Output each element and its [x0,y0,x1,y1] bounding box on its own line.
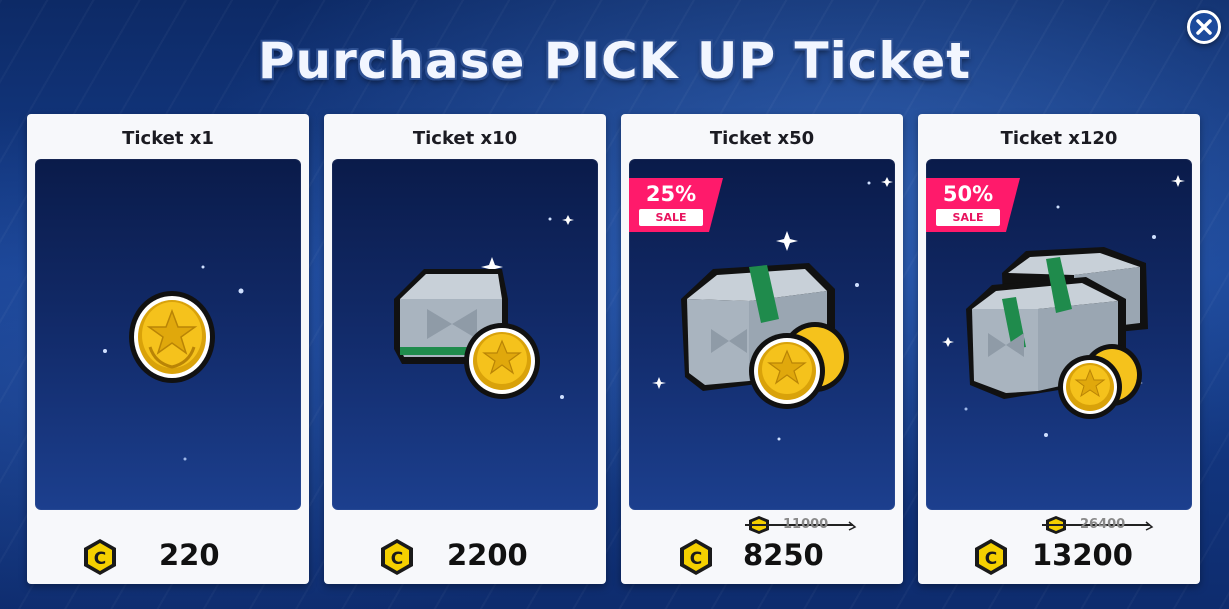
ticket-card-x10[interactable]: Ticket x10 C 2200 [324,114,606,584]
page-title: Purchase PICK UP Ticket [257,32,972,90]
price-value: 8250 [743,538,824,572]
ticket-art: 25% SALE [629,159,895,510]
ticket-art [332,159,598,510]
sale-percent: 50% [942,182,994,206]
price-row[interactable]: C 8250 [621,534,903,578]
c-coin-icon: C [975,539,1007,575]
card-title: Ticket x50 [709,128,815,149]
ticket-art: 50% SALE [926,159,1192,510]
ticket-art [35,159,301,510]
c-coin-icon: C [381,539,413,575]
sale-label: SALE [936,209,1000,226]
price-row[interactable]: C 2200 [324,534,606,578]
sale-badge: 50% SALE [926,178,1020,232]
sale-label: SALE [639,209,703,226]
original-price-value: 26400 [1080,517,1126,532]
sale-badge: 25% SALE [629,178,723,232]
svg-text:C: C [94,549,106,569]
original-price: 11000 [745,514,857,536]
sale-percent: 25% [645,182,697,206]
price-value: 13200 [1032,538,1133,572]
price-row[interactable]: C 220 [27,534,309,578]
card-title: Ticket x120 [1000,128,1118,149]
price-value: 2200 [447,538,528,572]
price-value: 220 [159,538,220,572]
c-coin-icon: C [84,539,116,575]
ticket-box-coin-icon [394,215,574,399]
svg-text:C: C [391,549,403,569]
ticket-coin-icon [103,265,244,461]
ticket-card-x1[interactable]: Ticket x1 C 220 [27,114,309,584]
price-row[interactable]: C 13200 [918,534,1200,578]
svg-text:C: C [690,549,702,569]
svg-text:C: C [985,549,997,569]
card-title: Ticket x1 [122,128,214,149]
card-title: Ticket x10 [412,128,518,149]
ticket-card-x50[interactable]: Ticket x50 25% SALE 11000 C 8250 [621,114,903,584]
ticket-cards: Ticket x1 C 220 Ticket x10 C 2200 Ticket… [27,114,1200,584]
original-price: 26400 [1042,514,1154,536]
c-coin-icon: C [680,539,712,575]
ticket-card-x120[interactable]: Ticket x120 50% SALE 26400 C 13200 [918,114,1200,584]
original-price-value: 11000 [783,517,829,532]
